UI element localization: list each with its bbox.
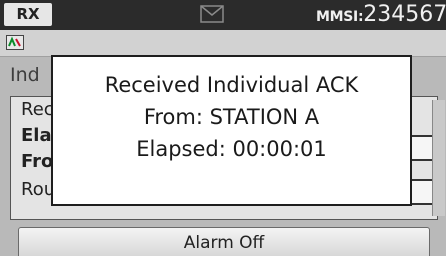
list-item: Fro — [21, 151, 54, 172]
list-item: Rec — [21, 99, 54, 120]
channel-indicator-icon — [6, 35, 24, 50]
list-item: Ela — [21, 125, 52, 146]
mmsi-label: MMSI: — [316, 9, 364, 25]
ack-dialog: Received Individual ACK From: STATION A … — [51, 55, 412, 206]
status-bar: RX MMSI:234567890 — [0, 0, 446, 30]
dialog-message-line: Received Individual ACK — [104, 73, 359, 97]
dialog-elapsed-line: Elapsed: 00:00:01 — [136, 137, 327, 161]
mmsi-value: 234567890 — [363, 2, 446, 27]
background-window-title: Ind — [10, 64, 40, 86]
mmsi-readout: MMSI:234567890 — [316, 3, 446, 29]
rx-badge: RX — [4, 3, 52, 26]
scrollbar[interactable] — [432, 100, 445, 216]
alarm-off-button[interactable]: Alarm Off — [18, 227, 430, 256]
dialog-from-line: From: STATION A — [143, 105, 320, 129]
sub-toolbar — [0, 30, 446, 57]
radio-screen: RX MMSI:234567890 Ind Rec Ela Fro Routin… — [0, 0, 446, 256]
envelope-icon — [200, 5, 224, 23]
